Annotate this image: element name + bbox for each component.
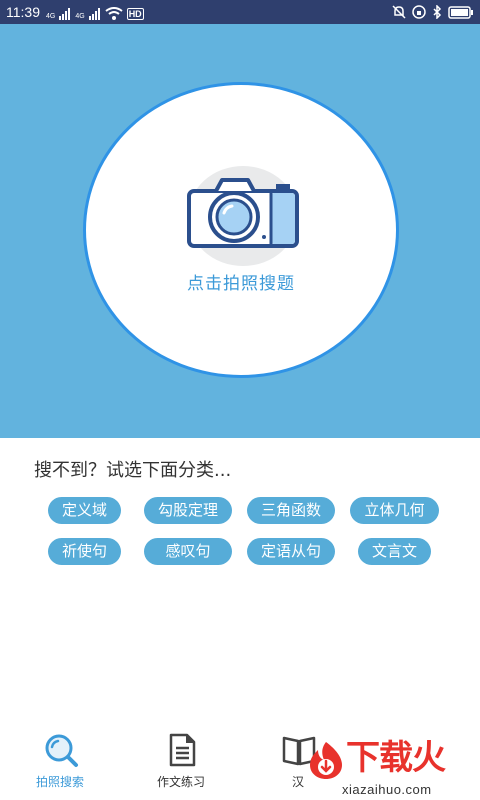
- status-time: 11:39: [6, 4, 40, 20]
- suggestion-title: 搜不到？试选下面分类...: [34, 460, 232, 481]
- bluetooth-icon: [433, 5, 442, 19]
- nav-label: 拍照搜索: [35, 775, 84, 789]
- lock-rotation-icon: [412, 5, 426, 19]
- nav-essay-practice[interactable]: 作文练习: [136, 728, 226, 800]
- search-icon: [45, 734, 78, 767]
- camera-icon: [187, 178, 299, 248]
- category-tag[interactable]: 祈使句: [48, 538, 121, 565]
- status-network-icons: 4G 4G HD: [46, 4, 144, 20]
- nav-label: 作文练习: [156, 775, 205, 789]
- network-type-2: 4G: [75, 13, 85, 20]
- signal-icon: [88, 8, 100, 20]
- hd-badge: HD: [126, 8, 144, 20]
- network-type-1: 4G: [46, 13, 56, 20]
- wifi-icon: [105, 7, 123, 20]
- category-tag[interactable]: 文言文: [358, 538, 431, 565]
- category-tag[interactable]: 定语从句: [247, 538, 335, 565]
- notification-muted-icon: [392, 5, 406, 19]
- take-photo-label: 点击拍照搜题: [187, 274, 295, 294]
- nav-photo-search[interactable]: 拍照搜索: [15, 728, 105, 800]
- category-tag[interactable]: 三角函数: [247, 497, 335, 524]
- category-tag[interactable]: 立体几何: [350, 497, 439, 524]
- status-system-icons: [392, 3, 474, 21]
- category-tag[interactable]: 勾股定理: [144, 497, 232, 524]
- watermark: 下载火 xiazaihuo.com: [302, 738, 480, 800]
- take-photo-button[interactable]: 点击拍照搜题: [83, 82, 399, 378]
- watermark-url: xiazaihuo.com: [342, 782, 432, 797]
- category-tag[interactable]: 感叹句: [144, 538, 232, 565]
- battery-icon: [448, 5, 473, 19]
- photo-search-hero: 点击拍照搜题: [0, 24, 480, 438]
- document-icon: [169, 733, 196, 767]
- download-logo-icon: [310, 742, 342, 779]
- watermark-brand: 下载火: [346, 738, 446, 778]
- category-tag[interactable]: 定义域: [48, 497, 121, 524]
- status-bar: 11:39 4G 4G HD: [0, 0, 480, 24]
- signal-icon: [59, 8, 71, 20]
